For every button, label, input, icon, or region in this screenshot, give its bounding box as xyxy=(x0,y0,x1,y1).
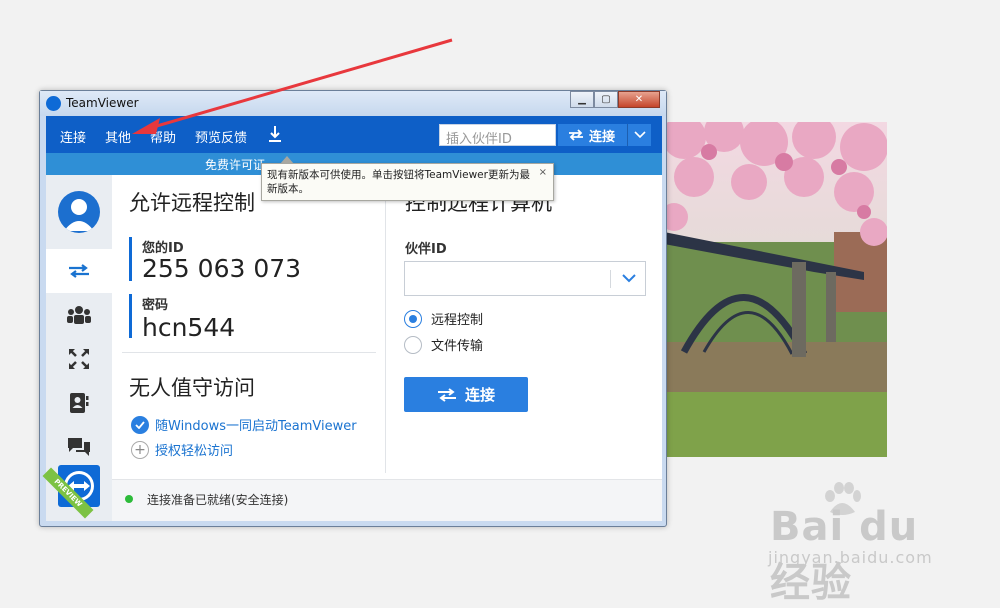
connect-button-label: 连接 xyxy=(464,386,495,404)
baidu-watermark: Bai du 经验 jingyan.baidu.com xyxy=(740,482,970,606)
meeting-icon[interactable] xyxy=(46,293,112,337)
close-button[interactable]: ✕ xyxy=(618,91,660,108)
radio-remote-control[interactable]: 远程控制 xyxy=(404,309,483,328)
main-panel: 允许远程控制 您的ID 255 063 073 密码 hcn544 无人值守访问… xyxy=(112,175,662,521)
teamviewer-logo-icon xyxy=(46,96,61,111)
allow-remote-title: 允许远程控制 xyxy=(129,191,255,215)
partner-id-label: 伙伴ID xyxy=(405,242,447,257)
connect-dropdown-button[interactable] xyxy=(627,124,651,146)
menu-other[interactable]: 其他 xyxy=(105,127,131,146)
your-id-value: 255 063 073 xyxy=(142,254,302,283)
tooltip-close-icon[interactable]: × xyxy=(539,166,547,180)
avatar-icon[interactable] xyxy=(58,191,100,233)
menu-bar: 连接 其他 帮助 预览反馈 插入伙伴ID 连接 xyxy=(46,116,662,153)
swap-arrows-icon xyxy=(437,387,456,402)
radio-unselected-icon xyxy=(404,335,422,354)
title-bar: TeamViewer ▁ ▢ ✕ xyxy=(40,91,666,116)
panel-divider xyxy=(385,181,386,473)
update-available-tooltip: 现有新版本可供使用。单击按钮将TeamViewer更新为最新版本。 × xyxy=(261,156,554,201)
plus-icon: + xyxy=(131,440,149,459)
menu-connect[interactable]: 连接 xyxy=(60,127,86,146)
contacts-icon[interactable] xyxy=(46,381,112,425)
section-divider xyxy=(122,352,376,353)
status-bar: 连接准备已就绪(安全连接) xyxy=(112,479,662,521)
remote-control-icon[interactable] xyxy=(46,249,112,293)
chevron-down-icon xyxy=(633,131,646,139)
start-with-windows-option[interactable]: 随Windows一同启动TeamViewer xyxy=(131,415,357,434)
partner-id-input-top[interactable]: 插入伙伴ID xyxy=(439,124,556,147)
status-ok-dot xyxy=(125,495,133,503)
swap-arrows-icon xyxy=(569,129,583,141)
checkmark-icon xyxy=(131,415,149,434)
connect-button[interactable]: 连接 xyxy=(404,377,528,412)
teamviewer-window: TeamViewer ▁ ▢ ✕ 连接 其他 帮助 预览反馈 插入伙伴ID 连接… xyxy=(39,90,667,527)
grant-easy-access-label: 授权轻松访问 xyxy=(155,444,234,459)
unattended-access-title: 无人值守访问 xyxy=(129,376,255,400)
radio-file-transfer-label: 文件传输 xyxy=(431,339,484,354)
password-value: hcn544 xyxy=(142,313,236,342)
background-photo xyxy=(664,122,887,457)
tooltip-text: 现有新版本可供使用。单击按钮将TeamViewer更新为最新版本。 xyxy=(267,169,530,195)
password-label: 密码 xyxy=(142,298,169,313)
menu-preview-feedback[interactable]: 预览反馈 xyxy=(195,127,247,146)
grant-easy-access-option[interactable]: + 授权轻松访问 xyxy=(131,440,233,459)
fullscreen-icon[interactable] xyxy=(46,337,112,381)
maximize-button[interactable]: ▢ xyxy=(594,91,618,108)
chevron-down-icon[interactable] xyxy=(621,271,637,285)
partner-id-combobox[interactable] xyxy=(404,261,646,296)
radio-remote-control-label: 远程控制 xyxy=(431,313,484,328)
menu-help[interactable]: 帮助 xyxy=(150,127,176,146)
sidebar: PREVIEW xyxy=(42,175,112,521)
password-accent-bar xyxy=(129,294,132,338)
status-text: 连接准备已就绪(安全连接) xyxy=(147,493,289,507)
minimize-button[interactable]: ▁ xyxy=(570,91,594,108)
id-accent-bar xyxy=(129,237,132,281)
watermark-site: jingyan.baidu.com xyxy=(768,548,933,567)
connect-button-top-label: 连接 xyxy=(589,129,616,145)
window-title: TeamViewer xyxy=(66,96,139,110)
chat-icon[interactable] xyxy=(46,425,112,469)
radio-file-transfer[interactable]: 文件传输 xyxy=(404,335,483,354)
start-with-windows-label: 随Windows一同启动TeamViewer xyxy=(155,419,357,434)
radio-selected-icon xyxy=(404,309,422,328)
connect-button-top[interactable]: 连接 xyxy=(558,124,627,146)
download-update-icon[interactable] xyxy=(268,124,282,144)
